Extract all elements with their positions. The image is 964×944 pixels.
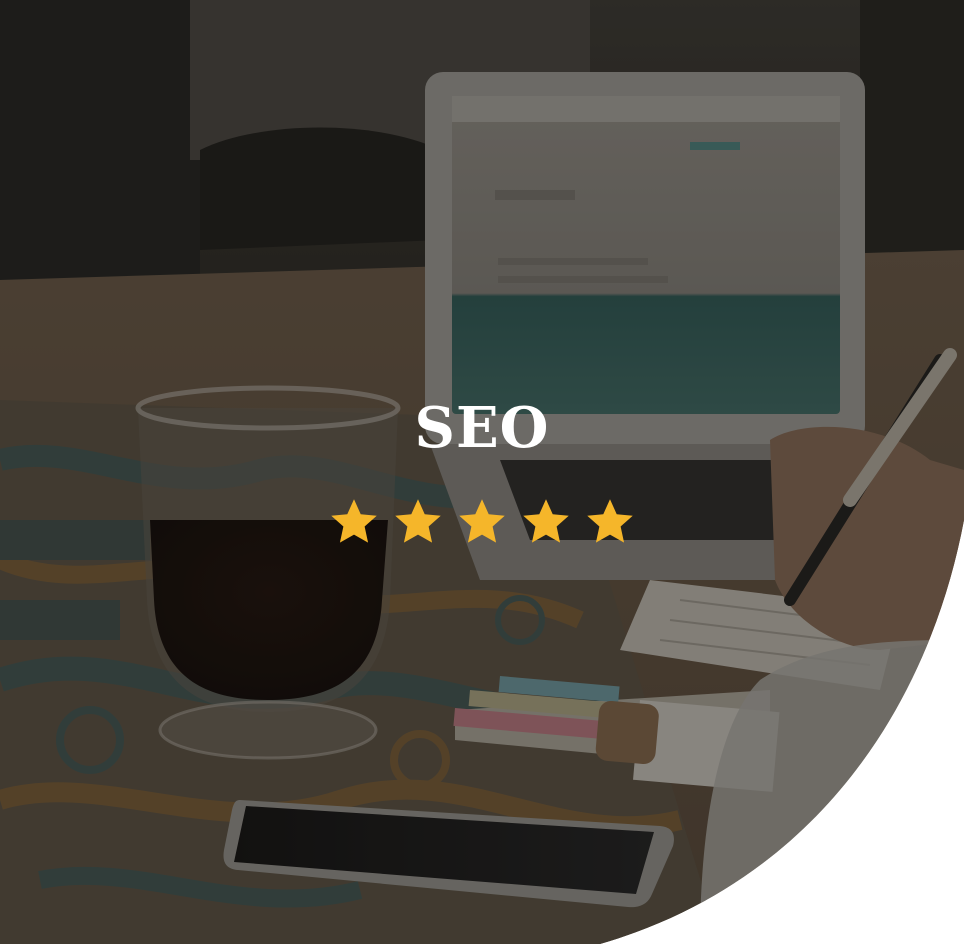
star-rating: [0, 496, 964, 548]
star-icon: [328, 496, 380, 548]
star-icon: [584, 496, 636, 548]
hero-card: SEO: [0, 0, 964, 944]
star-icon: [520, 496, 572, 548]
hero-photo: [0, 0, 964, 944]
star-icon: [392, 496, 444, 548]
hero-title: SEO: [414, 395, 550, 461]
star-icon: [456, 496, 508, 548]
